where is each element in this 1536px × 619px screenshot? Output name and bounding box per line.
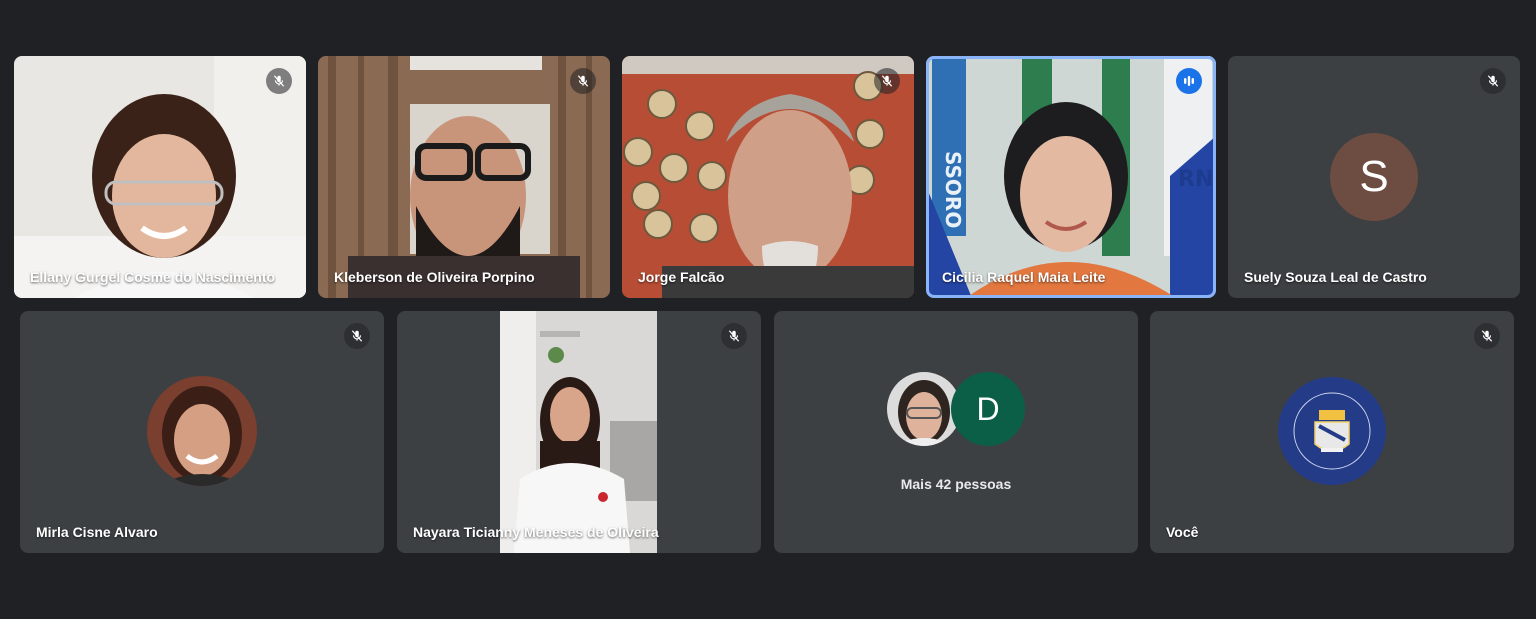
mic-muted-icon [266,68,292,94]
participant-video: SSORO RN [926,56,1216,298]
participant-name: Jorge Falcão [638,269,725,285]
participant-tile-ellany[interactable]: Ellany Gurgel Cosme do Nascimento [14,56,306,298]
more-participants-tile[interactable]: D Mais 42 pessoas [774,311,1138,553]
mic-muted-icon [570,68,596,94]
participant-name: Cicilia Raquel Maia Leite [942,269,1106,285]
participant-video [622,56,914,298]
participant-name: Kleberson de Oliveira Porpino [334,269,535,285]
avatar [147,376,257,486]
more-participants-label: Mais 42 pessoas [900,476,1012,492]
participant-video [318,56,610,298]
meeting-grid: Ellany Gurgel Cosme do Nascimento Kleber… [0,0,1536,619]
participant-tile-suely[interactable]: S Suely Souza Leal de Castro [1228,56,1520,298]
participant-tile-mirla[interactable]: Mirla Cisne Alvaro [20,311,384,553]
participant-name: Você [1166,524,1199,540]
speaking-indicator-icon [1176,68,1202,94]
avatar [887,372,961,446]
svg-text:SSORO: SSORO [941,151,965,228]
svg-text:RN: RN [1178,167,1213,192]
participant-video [14,56,306,298]
mic-muted-icon [874,68,900,94]
avatar: D [951,372,1025,446]
participant-video [500,311,657,553]
university-logo [1278,377,1386,485]
participant-tile-nayara[interactable]: Nayara Ticianny Meneses de Oliveira [397,311,761,553]
participant-name: Suely Souza Leal de Castro [1244,269,1427,285]
avatar: S [1330,133,1418,221]
mic-muted-icon [1474,323,1500,349]
participant-tile-kleberson[interactable]: Kleberson de Oliveira Porpino [318,56,610,298]
participant-tile-self[interactable]: Você [1150,311,1514,553]
participant-name: Mirla Cisne Alvaro [36,524,158,540]
participant-tile-cicilia[interactable]: SSORO RN Cicilia Raquel Maia Leite [926,56,1216,298]
mic-muted-icon [344,323,370,349]
mic-muted-icon [721,323,747,349]
participant-name: Nayara Ticianny Meneses de Oliveira [413,524,659,540]
participant-name: Ellany Gurgel Cosme do Nascimento [30,269,276,285]
mic-muted-icon [1480,68,1506,94]
participant-tile-jorge[interactable]: Jorge Falcão [622,56,914,298]
